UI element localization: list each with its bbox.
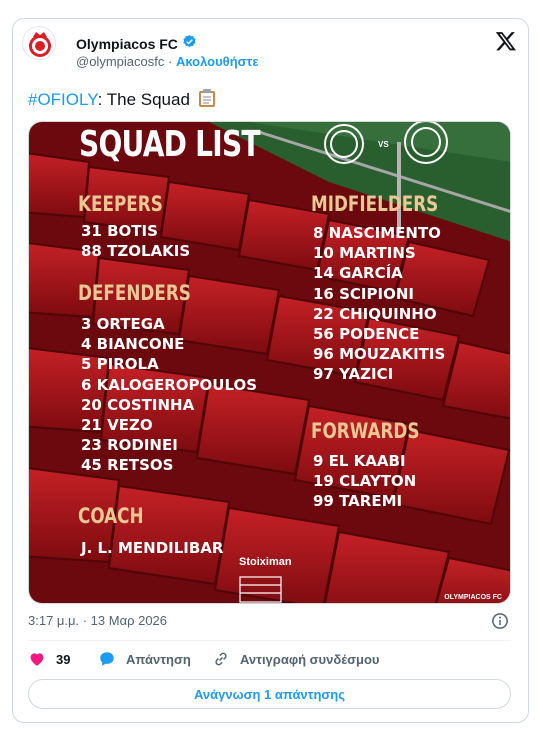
player-row: 8 NASCIMENTO — [313, 224, 441, 242]
keepers-list: 31 BOTIS 88 TZOLAKIS — [81, 221, 190, 261]
like-count: 39 — [56, 651, 71, 667]
player-row: 3 ORTEGA — [81, 315, 165, 333]
read-replies-label: Ανάγνωση 1 απάντησης — [194, 686, 345, 702]
player-row: 97 YAZICI — [313, 365, 394, 384]
player-row: 21 VEZO — [81, 416, 153, 435]
squad-list-title: SQUAD LIST — [79, 124, 261, 165]
player-row: 23 RODINEI — [81, 436, 178, 455]
speech-bubble-icon — [100, 652, 114, 666]
info-icon[interactable] — [491, 612, 509, 630]
sponsor-logo: Stoiximan — [239, 556, 292, 568]
read-replies-button[interactable]: Ανάγνωση 1 απάντησης — [28, 679, 511, 709]
tweet-text: #OFIOLY: The Squad — [28, 88, 216, 113]
player-row: 4 BIANCONE — [81, 335, 185, 354]
player-row: 88 TZOLAKIS — [81, 242, 191, 261]
midfielders-list: 8 NASCIMENTO 10 MARTINS 14 GARCÍA 16 SCI… — [313, 223, 445, 385]
forwards-list: 9 EL KAABI 19 CLAYTON 99 TAREMI — [313, 451, 416, 512]
player-row: 20 COSTINHA — [81, 395, 195, 414]
player-row: 22 CHIQUINHO — [313, 304, 437, 323]
forwards-heading: FORWARDS — [311, 419, 420, 443]
player-row: 10 MARTINS — [313, 244, 416, 263]
follow-button[interactable]: Ακολουθήστε — [176, 54, 259, 69]
verified-icon — [182, 34, 197, 54]
tweet-actions: 39 Απάντηση Αντιγραφή συνδέσμου — [28, 650, 511, 672]
author-handle[interactable]: @olympiacosfc — [76, 54, 164, 69]
defenders-list: 3 ORTEGA 4 BIANCONE 5 PIROLA 6 KALOGEROP… — [81, 314, 257, 476]
defenders-heading: DEFENDERS — [78, 281, 191, 305]
heart-icon — [30, 653, 44, 666]
player-row: 56 PODENCE — [313, 325, 420, 344]
player-row: 19 CLAYTON — [313, 472, 417, 491]
midfielders-heading: MIDFIELDERS — [311, 192, 439, 216]
author-name[interactable]: Olympiacos FC — [76, 36, 178, 52]
player-row: 9 EL KAABI — [313, 452, 406, 470]
player-row: 5 PIROLA — [81, 355, 159, 374]
player-row: 31 BOTIS — [81, 222, 158, 240]
like-button[interactable]: 39 — [28, 650, 70, 668]
divider — [28, 640, 511, 641]
coach-name: J. L. MENDILIBAR — [81, 539, 224, 557]
clipboard-icon — [198, 88, 216, 113]
coach-heading: COACH — [78, 504, 144, 528]
player-row: 14 GARCÍA — [313, 264, 403, 283]
author-name-row: Olympiacos FC — [76, 34, 197, 54]
keepers-heading: KEEPERS — [78, 192, 163, 216]
x-logo-icon[interactable] — [495, 30, 517, 52]
tweet-header: Olympiacos FC @olympiacosfc · Ακολουθήστ… — [22, 26, 517, 78]
reply-label: Απάντηση — [126, 651, 191, 667]
reply-button[interactable]: Απάντηση — [98, 650, 191, 668]
copy-link-label: Αντιγραφή συνδέσμου — [240, 651, 380, 667]
player-row: 16 SCIPIONI — [313, 284, 414, 303]
link-icon — [215, 652, 227, 666]
tweet-timestamp[interactable]: 3:17 μ.μ. · 13 Μαρ 2026 — [28, 613, 167, 628]
player-row: 45 RETSOS — [81, 456, 174, 475]
avatar[interactable] — [22, 26, 56, 60]
player-row: 96 MOUZAKITIS — [313, 345, 446, 364]
separator: · — [167, 54, 173, 69]
tweet-body: : The Squad — [97, 90, 190, 109]
vs-label: VS — [378, 140, 389, 149]
player-row: 99 TAREMI — [313, 492, 403, 511]
player-row: 6 KALOGEROPOULOS — [81, 375, 258, 394]
hashtag-link[interactable]: #OFIOLY — [28, 90, 98, 109]
handle-row: @olympiacosfc · Ακολουθήστε — [76, 54, 259, 69]
watermark: OLYMPIACOS FC — [444, 594, 502, 601]
copy-link-button[interactable]: Αντιγραφή συνδέσμου — [212, 650, 379, 668]
squad-list-image[interactable]: SQUAD LIST VS KEEPERS 31 BOTIS 88 TZOLAK… — [28, 121, 511, 604]
